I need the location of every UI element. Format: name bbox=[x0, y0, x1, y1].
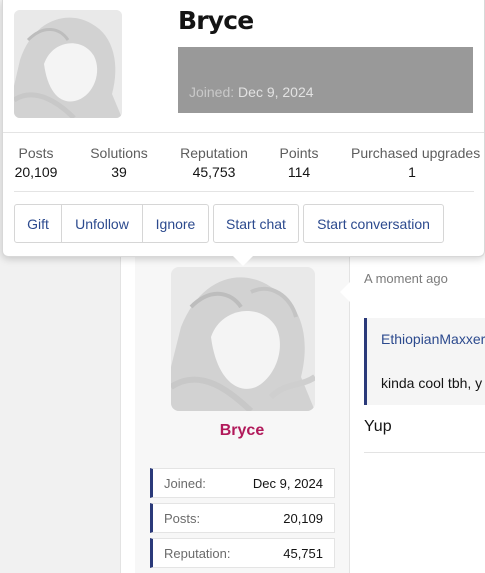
stat-label: Posts: bbox=[164, 511, 201, 526]
stat-value[interactable]: 114 bbox=[279, 164, 319, 180]
post-avatar[interactable] bbox=[171, 267, 315, 411]
tooltip-stat-upgrades: Purchased upgrades 1 bbox=[351, 145, 481, 180]
tooltip-joined: Joined: Dec 9, 2024 bbox=[189, 84, 314, 100]
stat-label: Reputation: bbox=[164, 546, 231, 561]
member-tooltip: Bryce Joined: Dec 9, 2024 Posts 20,109 S… bbox=[2, 0, 485, 257]
tooltip-avatar[interactable] bbox=[14, 10, 122, 118]
tooltip-divider bbox=[3, 132, 484, 133]
post-stat-joined: Joined: Dec 9, 2024 bbox=[150, 468, 335, 498]
post-divider bbox=[364, 452, 485, 453]
start-chat-button[interactable]: Start chat bbox=[213, 204, 299, 243]
stat-value: 45,751 bbox=[283, 546, 323, 561]
joined-date: Dec 9, 2024 bbox=[238, 84, 314, 100]
stat-value: 20,109 bbox=[283, 511, 323, 526]
unfollow-button[interactable]: Unfollow bbox=[61, 204, 143, 243]
stat-label: Posts bbox=[18, 145, 54, 161]
stat-label: Joined: bbox=[164, 476, 206, 491]
stat-label: Points bbox=[279, 145, 319, 161]
tooltip-divider-lower bbox=[14, 191, 474, 192]
stat-value: Dec 9, 2024 bbox=[252, 476, 323, 491]
message-pointer bbox=[340, 282, 350, 302]
stat-value: 45,753 bbox=[192, 164, 236, 180]
stat-value[interactable]: 39 bbox=[89, 164, 149, 180]
stat-value[interactable]: 20,109 bbox=[14, 164, 58, 180]
stat-value: 1 bbox=[408, 164, 416, 180]
tooltip-stat-reputation: Reputation 45,753 bbox=[179, 145, 249, 180]
joined-label: Joined: bbox=[189, 84, 235, 100]
start-conversation-button[interactable]: Start conversation bbox=[303, 204, 444, 243]
post-stat-posts: Posts: 20,109 bbox=[150, 503, 335, 533]
tooltip-stat-posts: Posts 20,109 bbox=[14, 145, 58, 180]
post-username[interactable]: Bryce bbox=[135, 422, 349, 440]
post-message: Yup bbox=[364, 418, 392, 435]
ignore-button[interactable]: Ignore bbox=[142, 204, 209, 243]
tooltip-banner: Joined: Dec 9, 2024 bbox=[178, 47, 473, 113]
tooltip-username[interactable]: Bryce bbox=[178, 6, 254, 35]
quote-text: kinda cool tbh, y bbox=[381, 375, 483, 391]
tooltip-stat-points: Points 114 bbox=[279, 145, 319, 180]
stat-label: Solutions bbox=[90, 145, 148, 161]
post-stat-reputation: Reputation: 45,751 bbox=[150, 538, 335, 568]
stat-label: Purchased upgrades bbox=[351, 145, 481, 161]
tooltip-pointer bbox=[233, 256, 253, 266]
stat-label: Reputation bbox=[180, 145, 248, 161]
post-timestamp[interactable]: A moment ago bbox=[364, 271, 448, 286]
quote-block: EthiopianMaxxer kinda cool tbh, y bbox=[364, 318, 485, 405]
quote-author-link[interactable]: EthiopianMaxxer bbox=[381, 331, 485, 347]
tooltip-stat-solutions: Solutions 39 bbox=[89, 145, 149, 180]
gift-button[interactable]: Gift bbox=[14, 204, 62, 243]
